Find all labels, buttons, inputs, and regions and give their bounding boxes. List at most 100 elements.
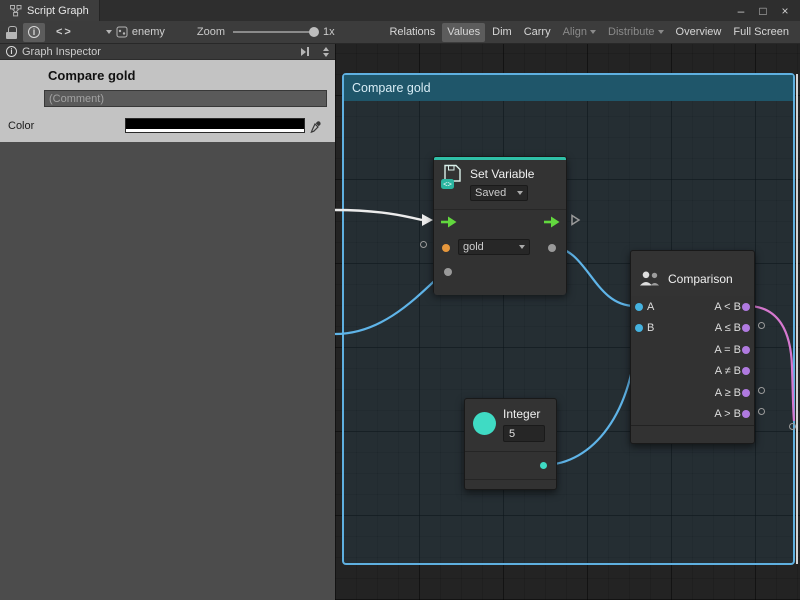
maximize-button[interactable]: □ <box>754 2 772 20</box>
set-variable-header: <> Set Variable Saved <box>434 160 566 209</box>
zoom-slider[interactable] <box>233 31 315 33</box>
info-icon <box>6 46 17 57</box>
node-title: Integer <box>503 407 540 421</box>
color-label: Color <box>8 120 125 132</box>
comparison-header: Comparison <box>631 251 754 296</box>
graph-inspector-header: Graph Inspector <box>0 44 335 60</box>
node-title: Comparison <box>668 272 733 286</box>
graph-canvas[interactable]: Compare gold <> Set Varia <box>335 44 800 600</box>
graph-breadcrumb[interactable]: enemy <box>106 26 165 38</box>
output-a-neq-b-port[interactable] <box>742 367 750 375</box>
zoom-slider-handle[interactable] <box>309 27 319 37</box>
minimize-button[interactable]: – <box>732 2 750 20</box>
group-title: Compare gold <box>352 81 431 95</box>
output-a-lte-b-port[interactable] <box>742 324 750 332</box>
output-a-gt-b-port[interactable] <box>742 410 750 418</box>
save-variable-icon: <> <box>440 164 464 190</box>
output-label: A ≠ B <box>715 365 741 377</box>
comparison-row: A ≥ B <box>631 382 754 404</box>
scroll-stepper[interactable] <box>323 47 329 57</box>
input-a-port[interactable] <box>635 303 643 311</box>
input-b-label: B <box>647 322 654 334</box>
scroll-up-icon <box>323 47 329 51</box>
output-a-eq-b-port[interactable] <box>742 346 750 354</box>
output-a-gte-b-port[interactable] <box>742 389 750 397</box>
script-graph-icon <box>10 5 22 17</box>
output-a-less-b-port[interactable] <box>742 303 750 311</box>
eyedropper-button[interactable] <box>309 119 323 133</box>
comparison-ports: A A < B B A ≤ B A = B A ≠ B <box>631 296 754 425</box>
window-tab-bar: Script Graph – □ × <box>0 0 800 21</box>
toolbar-button-dim[interactable]: Dim <box>487 23 517 42</box>
graph-vertical-scrollbar[interactable] <box>796 74 798 564</box>
toolbar-button-carry[interactable]: Carry <box>519 23 556 42</box>
toolbar-button-align[interactable]: Align <box>558 23 601 42</box>
comparison-row: A ≠ B <box>631 361 754 383</box>
value-output-port[interactable] <box>548 244 556 252</box>
variable-kind-value: Saved <box>475 187 506 199</box>
comparison-icon <box>639 270 661 287</box>
comment-input[interactable] <box>44 90 327 107</box>
comparison-row: A > B <box>631 404 754 426</box>
set-variable-body: gold <box>434 209 566 295</box>
dropdown-caret-icon <box>519 245 525 249</box>
close-button[interactable]: × <box>776 2 794 20</box>
lock-icon[interactable] <box>6 26 17 39</box>
eyedropper-icon <box>309 119 323 133</box>
unconnected-port-indicator[interactable] <box>789 423 796 430</box>
comparison-node[interactable]: Comparison A A < B B A ≤ B A = B <box>630 250 755 444</box>
node-title: Set Variable <box>470 167 534 181</box>
dock-bar-icon <box>307 47 309 56</box>
code-view-button[interactable]: <> <box>51 23 78 42</box>
output-label: A ≥ B <box>715 387 741 399</box>
dropdown-caret-icon <box>517 191 523 195</box>
variable-kind-dropdown[interactable]: Saved <box>470 185 528 201</box>
toolbar-button-fullscreen[interactable]: Full Screen <box>728 23 794 42</box>
flow-output-port[interactable] <box>543 216 560 228</box>
graph-inspector-panel: Graph Inspector Compare gold Color <box>0 44 335 600</box>
inspector-toggle-button[interactable] <box>23 23 45 42</box>
value-input-port[interactable] <box>444 268 452 276</box>
toolbar-button-overview[interactable]: Overview <box>671 23 727 42</box>
toolbar-button-values[interactable]: Values <box>442 23 485 42</box>
script-graph-tab[interactable]: Script Graph <box>0 0 100 21</box>
integer-node[interactable]: Integer 5 <box>464 398 557 490</box>
toolbar-right-group: Relations Values Dim Carry Align Distrib… <box>384 23 794 42</box>
comparison-footer <box>631 425 754 443</box>
zoom-label: Zoom <box>197 26 225 38</box>
toolbar-button-relations[interactable]: Relations <box>384 23 440 42</box>
info-icon <box>28 26 40 38</box>
zoom-value: 1x <box>323 26 335 38</box>
integer-value-field[interactable]: 5 <box>503 425 545 442</box>
dock-panel-button[interactable] <box>301 47 309 56</box>
integer-output-port[interactable] <box>540 462 547 469</box>
chevron-down-icon <box>106 30 112 34</box>
output-label: A = B <box>714 344 741 356</box>
unconnected-port-indicator[interactable] <box>758 322 765 329</box>
set-variable-node[interactable]: <> Set Variable Saved gold <box>433 156 567 294</box>
toolbar-button-distribute[interactable]: Distribute <box>603 23 668 42</box>
integer-footer <box>465 479 556 489</box>
output-label: A < B <box>714 301 741 313</box>
unconnected-port-indicator[interactable] <box>758 387 765 394</box>
comparison-row: A A < B <box>631 296 754 318</box>
variable-select-dropdown[interactable]: gold <box>458 239 530 255</box>
unconnected-flow-indicator[interactable] <box>570 213 581 227</box>
dock-arrow-icon <box>301 48 306 56</box>
align-label: Align <box>563 26 587 38</box>
comparison-row: B A ≤ B <box>631 318 754 340</box>
integer-literal-icon <box>473 412 496 435</box>
unconnected-port-indicator[interactable] <box>758 408 765 415</box>
variable-name-port[interactable] <box>442 244 450 252</box>
comparison-row: A = B <box>631 339 754 361</box>
flow-input-port[interactable] <box>440 216 457 228</box>
color-swatch[interactable] <box>125 118 305 133</box>
unconnected-port-indicator[interactable] <box>420 241 427 248</box>
input-b-port[interactable] <box>635 324 643 332</box>
output-label: A ≤ B <box>715 322 741 334</box>
group-header[interactable]: Compare gold <box>344 75 793 101</box>
graph-name-label: enemy <box>132 26 165 38</box>
selected-graph-title: Compare gold <box>48 68 327 83</box>
graph-inspector-title: Graph Inspector <box>22 46 101 58</box>
graph-toolbar: <> enemy Zoom 1x Relations Values Dim Ca… <box>0 21 800 44</box>
